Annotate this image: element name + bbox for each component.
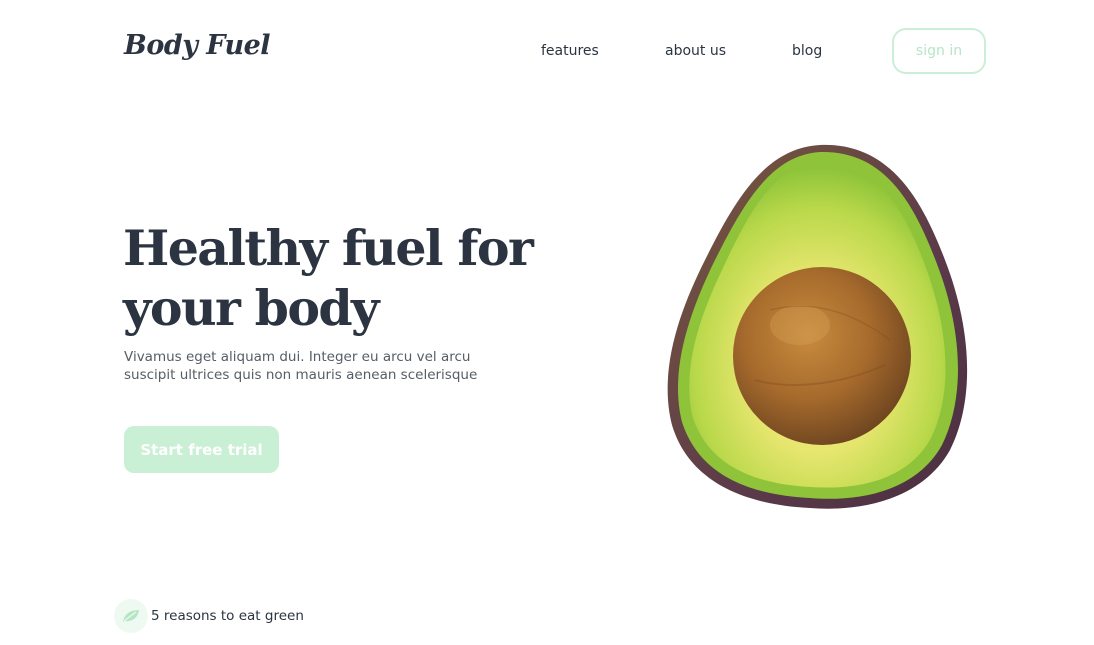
avocado-icon xyxy=(660,140,980,515)
leaf-icon xyxy=(114,599,148,633)
landing-page: Body Fuel features about us blog sign in… xyxy=(0,0,1094,645)
hero-title: Healthy fuel for your body xyxy=(123,219,534,337)
nav-link-blog[interactable]: blog xyxy=(792,43,822,59)
start-free-trial-button[interactable]: Start free trial xyxy=(124,426,279,473)
hero-subtitle: Vivamus eget aliquam dui. Integer eu arc… xyxy=(124,349,478,383)
nav-link-features[interactable]: features xyxy=(541,43,599,59)
reasons-link[interactable]: 5 reasons to eat green xyxy=(114,599,304,633)
nav-link-about-us[interactable]: about us xyxy=(665,43,726,59)
reasons-label: 5 reasons to eat green xyxy=(151,608,304,624)
sign-in-button[interactable]: sign in xyxy=(892,28,986,74)
